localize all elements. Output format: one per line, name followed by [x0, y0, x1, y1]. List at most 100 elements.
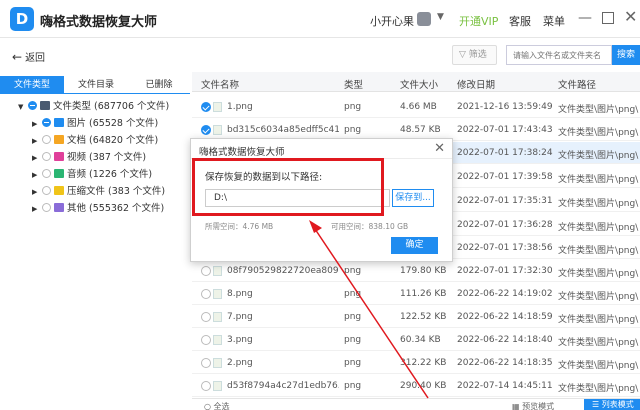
row-checkbox[interactable]	[201, 125, 211, 135]
cell-size: 312.22 KB	[400, 358, 447, 368]
maximize-button[interactable]	[602, 12, 614, 24]
tree-item-images[interactable]: ▶ 图片 (65528 个文件)	[32, 115, 158, 129]
user-name[interactable]: 小开心果	[370, 13, 414, 29]
cell-name: 3.png	[227, 335, 253, 345]
tree-item-documents[interactable]: ▶ 文档 (64820 个文件)	[32, 132, 158, 146]
expand-icon[interactable]: ▶	[32, 188, 42, 196]
cell-path: 文件类型\图片\png\	[558, 128, 639, 138]
ok-button[interactable]: 确定	[391, 237, 438, 254]
cell-date: 2022-07-14 14:45:11	[457, 381, 553, 391]
tree-item-label: 其他 (555362 个文件)	[67, 203, 165, 214]
cell-path: 文件类型\图片\png\	[558, 199, 639, 209]
cell-name: 7.png	[227, 312, 253, 322]
browse-button[interactable]: 保存到...	[392, 189, 434, 207]
tree-item-videos[interactable]: ▶ 视频 (387 个文件)	[32, 149, 146, 163]
cell-date: 2022-06-22 14:18:40	[457, 335, 553, 345]
vip-link[interactable]: 开通VIP	[459, 13, 498, 29]
table-row[interactable]: 1.png png 4.66 MB 2021-12-16 13:59:49 文件…	[192, 96, 640, 118]
filter-button[interactable]: ▽ 筛选	[452, 45, 497, 65]
table-row[interactable]: d53f8794a4c27d1edb76... png 290.40 KB 20…	[192, 375, 640, 397]
tab-file-directory[interactable]: 文件目录	[64, 76, 128, 94]
list-mode-button[interactable]: ☰ 列表模式	[584, 399, 640, 410]
expand-icon[interactable]: ▶	[32, 120, 42, 128]
tree-item-label: 视频 (387 个文件)	[67, 152, 147, 163]
expand-icon[interactable]: ▶	[32, 137, 42, 145]
search-input[interactable]	[506, 45, 612, 65]
select-all-checkbox[interactable]: ○ 全选	[204, 401, 230, 410]
column-header-size[interactable]: 文件大小	[400, 77, 438, 91]
tree-item-label: 音频 (1226 个文件)	[67, 169, 153, 180]
row-checkbox[interactable]	[201, 312, 211, 322]
dialog-title: 嗨格式数据恢复大师	[199, 147, 285, 158]
cell-size: 179.80 KB	[400, 266, 447, 276]
cell-name: 08f790529822720ea809...	[227, 266, 339, 276]
cell-path: 文件类型\图片\png\	[558, 175, 639, 185]
cell-name: d53f8794a4c27d1edb76...	[227, 381, 339, 391]
tree-root[interactable]: ▼ 文件类型 (687706 个文件)	[18, 98, 169, 112]
table-row[interactable]: 8.png png 111.26 KB 2022-06-22 14:19:02 …	[192, 283, 640, 305]
table-row[interactable]: 08f790529822720ea809... png 179.80 KB 20…	[192, 260, 640, 282]
cell-type: png	[344, 312, 362, 322]
column-header-date[interactable]: 修改日期	[457, 77, 495, 91]
drive-icon	[40, 101, 50, 110]
column-header-type[interactable]: 类型	[344, 77, 363, 91]
cell-date: 2022-07-01 17:38:24	[457, 148, 553, 158]
cell-type: png	[344, 266, 362, 276]
table-row[interactable]: 3.png png 60.34 KB 2022-06-22 14:18:40 文…	[192, 329, 640, 351]
sidebar-tabs: 文件类型 文件目录 已删除	[0, 76, 190, 94]
app-window: D 嗨格式数据恢复大师 小开心果 ▼ 开通VIP 客服 菜单 — ✕ ← 返回 ▽…	[0, 0, 640, 410]
tab-file-type[interactable]: 文件类型	[0, 76, 64, 94]
table-row[interactable]: 2.png png 312.22 KB 2022-06-22 14:18:35 …	[192, 352, 640, 374]
tree-item-label: 压缩文件 (383 个文件)	[67, 186, 166, 197]
row-checkbox[interactable]	[201, 335, 211, 345]
tree-item-audio[interactable]: ▶ 音频 (1226 个文件)	[32, 166, 152, 180]
column-header-name[interactable]: 文件名称	[201, 77, 239, 91]
tree-checkbox[interactable]	[42, 118, 51, 127]
expand-icon[interactable]: ▶	[32, 154, 42, 162]
preview-mode-button[interactable]: ▦ 预览模式	[512, 401, 554, 410]
search-button[interactable]: 搜索	[612, 45, 640, 65]
tree-checkbox[interactable]	[28, 101, 37, 110]
cell-path: 文件类型\图片\png\	[558, 338, 639, 348]
row-checkbox[interactable]	[201, 358, 211, 368]
customer-service-link[interactable]: 客服	[509, 13, 531, 29]
tree-checkbox[interactable]	[42, 186, 51, 195]
row-checkbox[interactable]	[201, 381, 211, 391]
cell-date: 2021-12-16 13:59:49	[457, 102, 553, 112]
required-space-text: 所需空间：4.76 MB	[205, 222, 274, 231]
tree-checkbox[interactable]	[42, 169, 51, 178]
app-logo: D	[10, 7, 34, 31]
menu-button[interactable]: 菜单	[543, 13, 565, 29]
tree-item-other[interactable]: ▶ 其他 (555362 个文件)	[32, 200, 164, 214]
dialog-close-icon[interactable]: ✕	[434, 141, 445, 156]
tab-deleted[interactable]: 已删除	[128, 76, 190, 94]
tree-checkbox[interactable]	[42, 203, 51, 212]
expand-icon[interactable]: ▼	[18, 103, 28, 111]
chevron-down-icon[interactable]: ▼	[437, 12, 444, 22]
available-space-text: 可用空间：838.10 GB	[331, 222, 409, 231]
cell-path: 文件类型\图片\png\	[558, 105, 639, 115]
row-checkbox[interactable]	[201, 266, 211, 276]
table-footer: ○ 全选 ▦ 预览模式 ☰ 列表模式	[192, 398, 640, 410]
image-file-icon	[213, 335, 222, 345]
cell-size: 111.26 KB	[400, 289, 447, 299]
minimize-button[interactable]: —	[578, 10, 592, 26]
cell-type: png	[344, 289, 362, 299]
image-file-icon	[213, 266, 222, 276]
tree-item-archives[interactable]: ▶ 压缩文件 (383 个文件)	[32, 183, 165, 197]
cell-date: 2022-06-22 14:18:35	[457, 358, 553, 368]
row-checkbox[interactable]	[201, 102, 211, 112]
expand-icon[interactable]: ▶	[32, 171, 42, 179]
row-checkbox[interactable]	[201, 289, 211, 299]
tree-checkbox[interactable]	[42, 152, 51, 161]
cell-type: png	[344, 102, 362, 112]
column-header-path[interactable]: 文件路径	[558, 77, 596, 91]
table-row[interactable]: 7.png png 122.52 KB 2022-06-22 14:18:59 …	[192, 306, 640, 328]
tree-checkbox[interactable]	[42, 135, 51, 144]
preview-mode-label: 预览模式	[522, 402, 555, 410]
expand-icon[interactable]: ▶	[32, 205, 42, 213]
close-window-button[interactable]: ✕	[624, 7, 637, 26]
cell-name: 2.png	[227, 358, 253, 368]
back-button[interactable]: ← 返回	[12, 49, 45, 64]
image-folder-icon	[54, 118, 64, 127]
